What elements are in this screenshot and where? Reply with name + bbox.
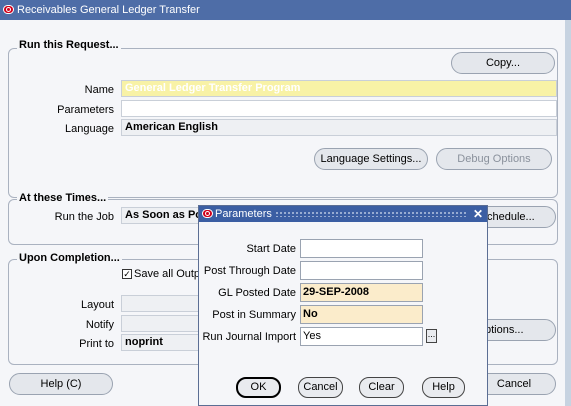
save-all-label: Save all Outp	[134, 268, 201, 280]
close-icon[interactable]: ✕	[473, 206, 483, 222]
print-to-label: Print to	[79, 338, 114, 350]
oracle-dialog-icon	[202, 209, 213, 218]
dialog-cancel-button[interactable]: Cancel	[298, 377, 343, 398]
oracle-app-icon	[3, 5, 14, 14]
save-all-checkbox[interactable]: ✓	[122, 269, 132, 279]
language-settings-button[interactable]: Language Settings...	[314, 148, 428, 170]
lov-button[interactable]: ...	[426, 329, 437, 343]
post-in-summary-field[interactable]: No	[300, 305, 423, 324]
run-job-label: Run the Job	[54, 211, 114, 223]
post-through-date-field[interactable]	[300, 261, 423, 280]
gl-posted-date-label: GL Posted Date	[218, 287, 296, 299]
run-journal-import-field[interactable]: Yes	[300, 327, 423, 346]
title-drag-pattern	[275, 211, 467, 217]
run-request-title: Run this Request...	[17, 39, 121, 51]
post-in-summary-label: Post in Summary	[212, 309, 296, 321]
dialog-help-button[interactable]: Help	[422, 377, 465, 398]
ok-button[interactable]: OK	[236, 377, 281, 398]
window-title-bar[interactable]: Receivables General Ledger Transfer	[0, 0, 571, 20]
clear-button[interactable]: Clear	[359, 377, 404, 398]
completion-title: Upon Completion...	[17, 252, 122, 264]
post-through-date-label: Post Through Date	[203, 265, 296, 277]
parameters-field[interactable]	[121, 100, 557, 117]
layout-label: Layout	[80, 299, 114, 311]
start-date-label: Start Date	[246, 243, 296, 255]
times-title: At these Times...	[17, 192, 109, 204]
window-title: Receivables General Ledger Transfer	[17, 4, 200, 16]
name-value: General Ledger Transfer Program	[125, 82, 301, 94]
name-field[interactable]: General Ledger Transfer Program	[121, 80, 557, 97]
name-label: Name	[84, 84, 114, 96]
gl-posted-date-field[interactable]: 29-SEP-2008	[300, 283, 423, 302]
notify-label: Notify	[85, 319, 114, 331]
parameters-dialog: Parameters ✕ Start Date Post Through Dat…	[198, 205, 488, 406]
language-field[interactable]: American English	[121, 119, 557, 136]
run-journal-import-label: Run Journal Import	[202, 331, 296, 343]
help-button[interactable]: Help (C)	[9, 373, 113, 395]
dialog-title-bar[interactable]: Parameters ✕	[199, 206, 487, 222]
start-date-field[interactable]	[300, 239, 423, 258]
copy-button[interactable]: Copy...	[451, 52, 555, 74]
debug-options-button: Debug Options	[436, 148, 552, 170]
parameters-label: Parameters	[57, 104, 114, 116]
dialog-title: Parameters	[215, 208, 272, 220]
language-label: Language	[65, 123, 114, 135]
